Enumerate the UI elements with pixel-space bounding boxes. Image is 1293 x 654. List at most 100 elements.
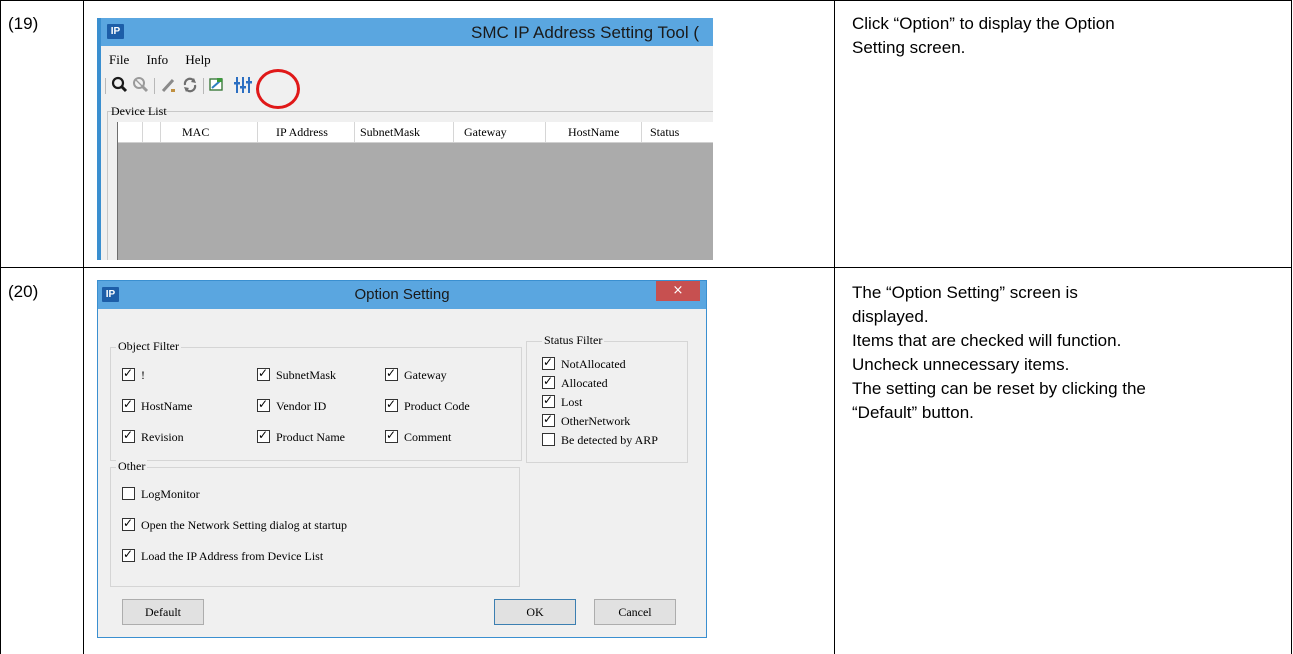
column-gateway[interactable]: Gateway [464,125,507,140]
highlight-circle [256,69,300,109]
column-mac[interactable]: MAC [182,125,209,140]
description-line: Click “Option” to display the Option [852,14,1115,33]
status-filter-label: Status Filter [542,333,605,348]
description-line: The “Option Setting” screen is [852,283,1078,302]
refresh-icon[interactable] [181,75,199,102]
option-setting-dialog: IP Option Setting × Object Filter ! Subn… [97,280,707,638]
grid-header: MAC IP Address SubnetMask Gateway HostNa… [118,122,713,143]
object-filter-label: Object Filter [116,339,181,354]
checkbox-label: Vendor ID [276,399,327,413]
column-divider [641,122,642,142]
table-border-top [0,0,1292,1]
checkbox-box[interactable] [257,397,270,412]
option-sliders-icon[interactable] [233,75,257,102]
checkbox-be-detected-by-arp[interactable]: Be detected by ARP [542,433,658,447]
checkbox-vendor-id[interactable]: Vendor ID [257,397,327,413]
search-disabled-icon[interactable] [132,75,150,102]
checkbox-box[interactable] [542,374,555,389]
checkbox-comment[interactable]: Comment [385,428,452,444]
checkbox-hostname[interactable]: HostName [122,397,192,413]
checkbox-label: Comment [404,430,452,444]
checkbox-box[interactable] [257,366,270,381]
checkbox-subnetmask[interactable]: SubnetMask [257,366,336,382]
table-border-right [1291,0,1292,654]
cancel-button[interactable]: Cancel [594,599,676,625]
checkbox-load-ip-address[interactable]: Load the IP Address from Device List [122,547,324,563]
checkbox-box[interactable] [385,428,398,443]
default-button[interactable]: Default [122,599,204,625]
dialog-title-bar: IP Option Setting × [98,281,706,309]
checkbox-box[interactable] [122,428,135,443]
checkbox-label: Allocated [561,376,608,390]
checkbox-box[interactable] [122,366,135,381]
menu-help[interactable]: Help [185,52,210,67]
ok-button[interactable]: OK [494,599,576,625]
checkbox-box[interactable] [122,487,135,500]
checkbox-notallocated[interactable]: NotAllocated [542,355,626,371]
column-divider [142,122,143,142]
edit-icon[interactable] [160,75,178,102]
column-hostname[interactable]: HostName [568,125,619,140]
checkbox-box[interactable] [542,355,555,370]
checkbox-revision[interactable]: Revision [122,428,184,444]
table-divider-1 [83,0,84,654]
checkbox-label: LogMonitor [141,487,200,501]
checkbox-label: NotAllocated [561,357,626,371]
step-description: Click “Option” to display the Option Set… [852,12,1115,60]
checkbox-box[interactable] [122,397,135,412]
checkbox-label: Be detected by ARP [561,433,658,447]
checkbox-label: Gateway [404,368,447,382]
column-subnetmask[interactable]: SubnetMask [360,125,420,140]
column-divider [453,122,454,142]
description-line: “Default” button. [852,403,974,422]
checkbox-box[interactable] [122,547,135,562]
step-description: The “Option Setting” screen is displayed… [852,281,1146,425]
checkbox-box[interactable] [385,366,398,381]
column-divider [354,122,355,142]
checkbox-gateway[interactable]: Gateway [385,366,447,382]
checkbox-box[interactable] [542,412,555,427]
step-number: (19) [8,14,39,33]
checkbox-label: Open the Network Setting dialog at start… [141,518,347,532]
device-list-label: Device List [111,104,167,118]
device-list-grid[interactable]: MAC IP Address SubnetMask Gateway HostNa… [117,122,713,260]
checkbox-open-network-setting[interactable]: Open the Network Setting dialog at start… [122,516,347,532]
checkbox-box[interactable] [542,393,555,408]
checkbox-box[interactable] [385,397,398,412]
checkbox-product-name[interactable]: Product Name [257,428,345,444]
checkbox-label: Load the IP Address from Device List [141,549,324,563]
toolbar-grip [105,78,106,94]
table-divider-2 [834,0,835,654]
close-button[interactable]: × [656,281,700,301]
checkbox-exclamation[interactable]: ! [122,366,145,382]
dialog-title: Option Setting [354,286,450,303]
checkbox-allocated[interactable]: Allocated [542,374,608,390]
column-divider [257,122,258,142]
checkbox-othernetwork[interactable]: OtherNetwork [542,412,630,428]
toolbar-separator [203,78,204,94]
checkbox-box[interactable] [257,428,270,443]
checkbox-box[interactable] [122,516,135,531]
app-logo: IP [107,24,124,39]
step-number: (20) [8,282,39,301]
column-ip-address[interactable]: IP Address [276,125,328,140]
menu-info[interactable]: Info [146,52,168,67]
checkbox-product-code[interactable]: Product Code [385,397,470,413]
search-icon[interactable] [111,75,129,102]
menu-bar: File Info Help [109,52,225,68]
description-line: The setting can be reset by clicking the [852,379,1146,398]
column-divider [545,122,546,142]
window-title: SMC IP Address Setting Tool ( [471,23,700,42]
checkbox-lost[interactable]: Lost [542,393,582,409]
other-label: Other [116,459,148,474]
checkbox-logmonitor[interactable]: LogMonitor [122,487,200,501]
network-icon[interactable] [208,75,226,102]
toolbar-separator [154,78,155,94]
checkbox-box[interactable] [542,433,555,446]
checkbox-label: Product Code [404,399,470,413]
menu-file[interactable]: File [109,52,129,67]
table-border-left [0,0,1,654]
column-status[interactable]: Status [650,125,679,140]
description-line: displayed. [852,307,929,326]
checkbox-label: Revision [141,430,184,444]
